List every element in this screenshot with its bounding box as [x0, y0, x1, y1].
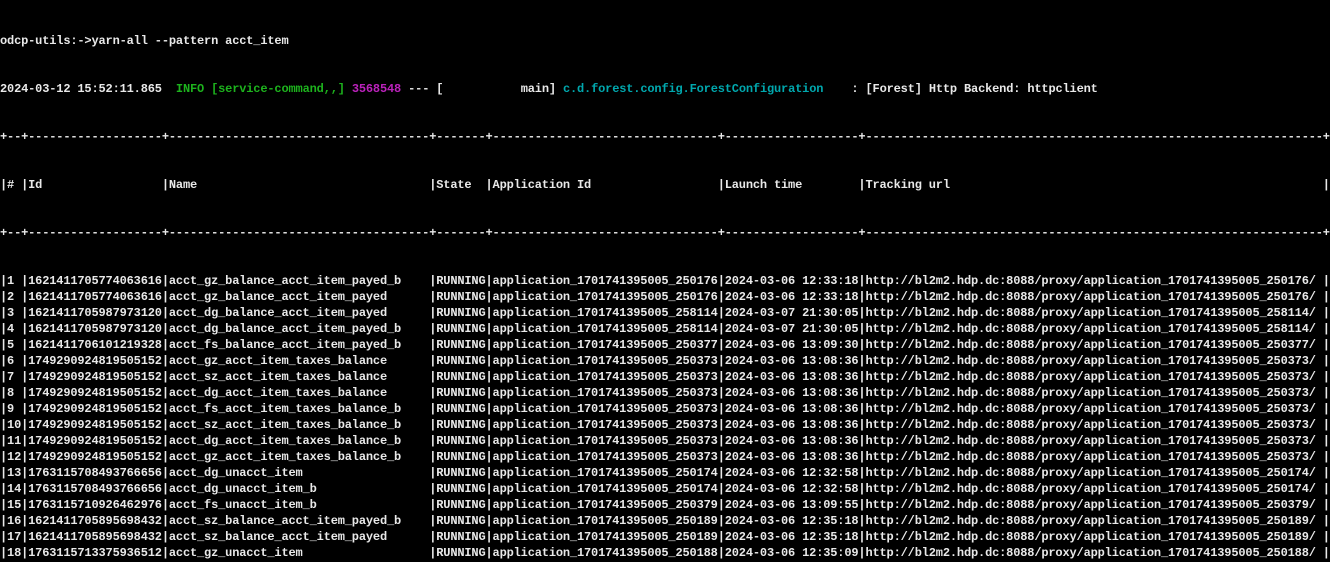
table-row: |6 |1749290924819505152|acct_gz_acct_ite… [0, 353, 1330, 369]
table-separator: +--+-------------------+----------------… [0, 129, 1330, 145]
table-row: |10|1749290924819505152|acct_sz_acct_ite… [0, 417, 1330, 433]
table-row: |4 |1621411705987973120|acct_dg_balance_… [0, 321, 1330, 337]
table-separator: +--+-------------------+----------------… [0, 225, 1330, 241]
command-line: odcp-utils:->yarn-all --pattern acct_ite… [0, 33, 1330, 49]
table-header-row: |# |Id |Name |State |Application Id |Lau… [0, 177, 1330, 193]
log-segment: 3568548 [352, 82, 401, 96]
table-row: |15|1763115710926462976|acct_fs_unacct_i… [0, 497, 1330, 513]
table-row: |13|1763115708493766656|acct_dg_unacct_i… [0, 465, 1330, 481]
table-row: |8 |1749290924819505152|acct_dg_acct_ite… [0, 385, 1330, 401]
table-row: |3 |1621411705987973120|acct_dg_balance_… [0, 305, 1330, 321]
table-row: |11|1749290924819505152|acct_dg_acct_ite… [0, 433, 1330, 449]
table-row: |2 |1621411705774063616|acct_gz_balance_… [0, 289, 1330, 305]
log-segment: 2024-03-12 15:52:11.865 [0, 82, 169, 96]
table-row: |12|1749290924819505152|acct_gz_acct_ite… [0, 449, 1330, 465]
terminal-screen[interactable]: odcp-utils:->yarn-all --pattern acct_ite… [0, 0, 1330, 562]
table-row: |17|1621411705895698432|acct_sz_balance_… [0, 529, 1330, 545]
log-segment: c.d.forest.config.ForestConfiguration [563, 82, 823, 96]
log-segment: [Forest] Http Backend: httpclient [866, 82, 1098, 96]
log-line: 2024-03-12 15:52:11.865 INFO [service-co… [0, 81, 1330, 97]
table-row: |16|1621411705895698432|acct_sz_balance_… [0, 513, 1330, 529]
log-segment: INFO [169, 82, 211, 96]
table-row: |14|1763115708493766656|acct_dg_unacct_i… [0, 481, 1330, 497]
log-segment: [service-command,,] [211, 82, 345, 96]
table-row: |9 |1749290924819505152|acct_fs_acct_ite… [0, 401, 1330, 417]
table-row: |7 |1749290924819505152|acct_sz_acct_ite… [0, 369, 1330, 385]
log-segment [345, 82, 352, 96]
log-segment: --- [ main] [401, 82, 563, 96]
table-row: |18|1763115713375936512|acct_gz_unacct_i… [0, 545, 1330, 561]
table-row: |5 |1621411706101219328|acct_fs_balance_… [0, 337, 1330, 353]
command-text: odcp-utils:->yarn-all --pattern acct_ite… [0, 34, 288, 48]
table-row: |1 |1621411705774063616|acct_gz_balance_… [0, 273, 1330, 289]
table-rows: |1 |1621411705774063616|acct_gz_balance_… [0, 273, 1330, 562]
log-segment: : [823, 82, 865, 96]
